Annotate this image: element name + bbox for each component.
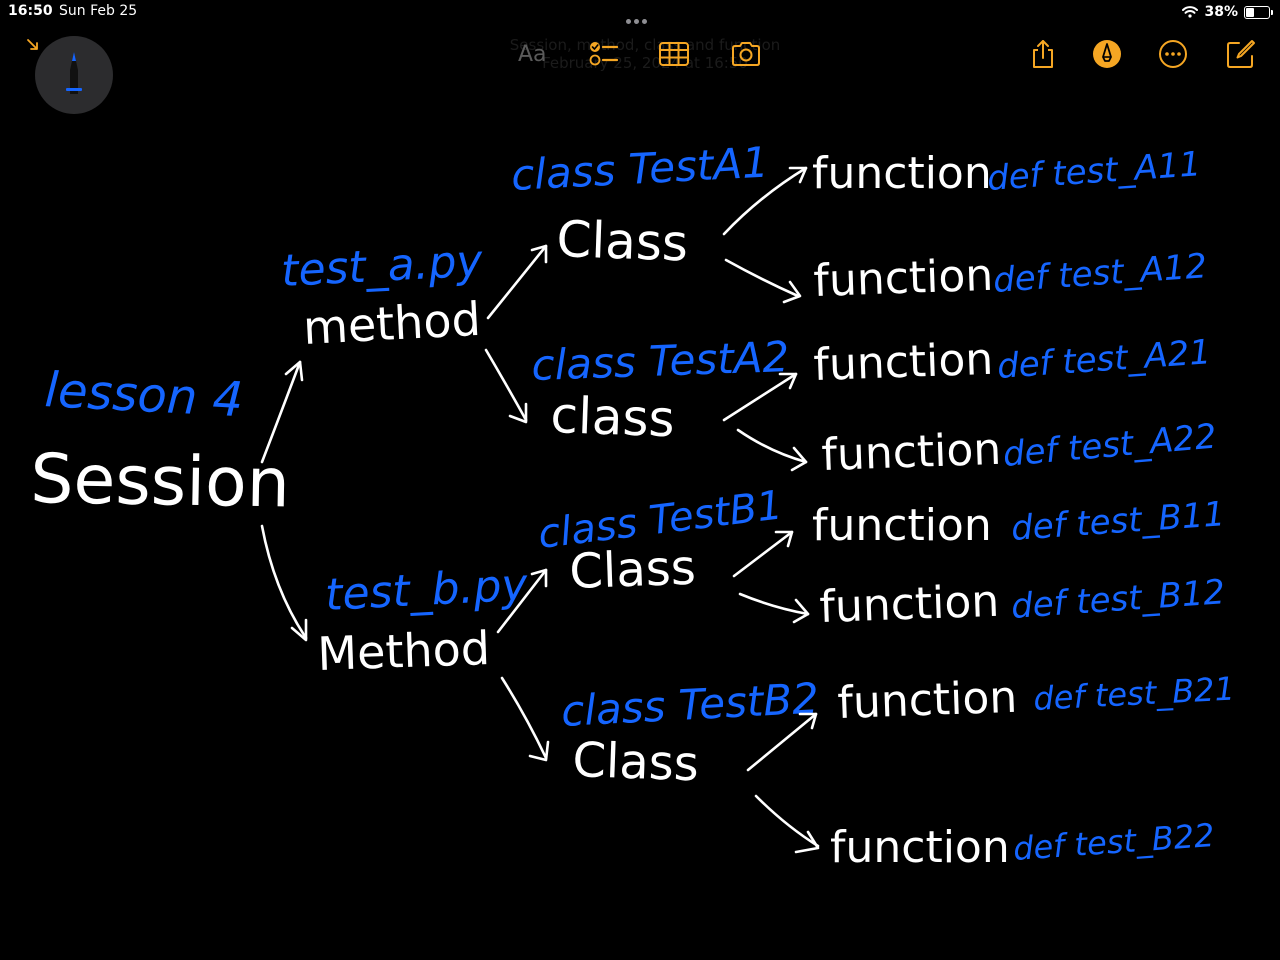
function-a22-label: function	[821, 424, 1002, 481]
module-a-label: method	[302, 292, 482, 355]
class-a1-note: class TestA1	[510, 138, 770, 200]
function-a11-note: def test_A11	[986, 144, 1202, 199]
arrow-session-to-module-b	[260, 524, 308, 640]
module-b-note: test_b.py	[324, 559, 530, 621]
function-b21-label: function	[837, 672, 1018, 729]
module-a-note: test_a.py	[280, 235, 485, 297]
function-a22-note: def test_A22	[1001, 416, 1218, 475]
arrow-module-a-to-class-a2	[484, 348, 528, 422]
class-a1-label: Class	[556, 210, 689, 273]
root-label: Session	[30, 440, 291, 524]
function-b12-label: function	[819, 576, 1000, 633]
module-b-label: Method	[316, 621, 490, 681]
arrow-class-b1-to-function-b11	[732, 530, 794, 578]
drawing-canvas[interactable]: lesson 4 Session test_a.py method test_b…	[0, 0, 1280, 960]
class-a2-label: class	[550, 386, 676, 448]
arrow-module-b-to-class-b2	[500, 676, 548, 760]
class-b1-label: Class	[568, 540, 696, 600]
arrow-class-b2-to-function-b22	[754, 794, 820, 848]
arrow-class-a2-to-function-a22	[736, 428, 808, 464]
function-b22-note: def test_B22	[1012, 816, 1216, 868]
function-a21-label: function	[813, 334, 994, 391]
function-a11-label: function	[812, 148, 992, 199]
class-b2-label: Class	[572, 732, 700, 792]
root-note: lesson 4	[43, 362, 244, 428]
function-a12-label: function	[813, 250, 994, 307]
function-b22-label: function	[830, 822, 1010, 873]
arrow-class-a1-to-function-a12	[724, 258, 800, 298]
function-a21-note: def test_A21	[996, 332, 1212, 387]
arrow-module-a-to-class-a1	[486, 244, 548, 320]
function-b21-note: def test_B21	[1032, 669, 1235, 717]
class-b2-note: class TestB2	[560, 674, 820, 736]
function-b11-note: def test_B11	[1010, 494, 1226, 549]
class-a2-note: class TestA2	[531, 332, 790, 390]
function-a12-note: def test_A12	[992, 246, 1208, 301]
function-b12-note: def test_B12	[1010, 572, 1226, 627]
function-b11-label: function	[812, 500, 992, 551]
